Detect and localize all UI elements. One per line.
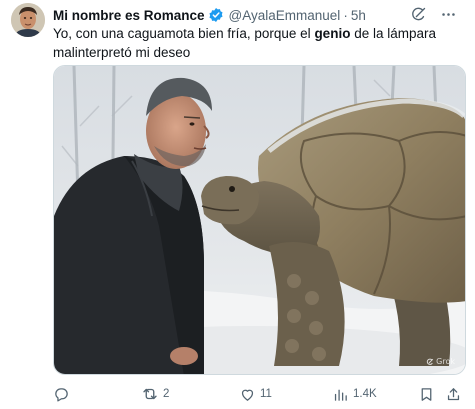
more-icon[interactable] — [439, 5, 457, 23]
tweet[interactable]: Mi nombre es Romance @AyalaEmmanuel · 5h — [0, 0, 475, 409]
bookmark-button[interactable] — [418, 384, 435, 404]
display-name[interactable]: Mi nombre es Romance — [53, 8, 205, 23]
header-actions — [409, 5, 457, 23]
retweet-button[interactable]: 2 — [141, 384, 169, 404]
like-button[interactable]: 11 — [239, 384, 272, 404]
views-icon — [334, 389, 347, 401]
tweet-image[interactable]: Grok — [53, 65, 466, 375]
retweet-count: 2 — [163, 388, 170, 400]
timestamp[interactable]: 5h — [351, 8, 366, 23]
like-count: 11 — [260, 388, 272, 400]
action-bar: 2 11 1.4K — [53, 384, 466, 404]
bookmark-icon — [421, 387, 432, 401]
reply-icon — [55, 387, 68, 402]
views-button[interactable]: 1.4K — [332, 384, 377, 404]
tweet-text: Yo, con una caguamota bien fría, porque … — [53, 24, 458, 62]
grok-watermark: Grok — [426, 357, 455, 366]
verified-badge-icon — [208, 7, 224, 23]
grok-watermark-icon — [427, 358, 434, 365]
share-button[interactable] — [445, 384, 462, 404]
avatar[interactable] — [11, 3, 45, 37]
share-icon — [447, 387, 460, 400]
tweet-text-bold: genio — [314, 26, 351, 41]
retweet-icon — [143, 388, 157, 400]
grok-icon[interactable] — [409, 5, 427, 23]
tweet-header: Mi nombre es Romance @AyalaEmmanuel · 5h — [53, 6, 457, 24]
handle[interactable]: @AyalaEmmanuel — [229, 8, 341, 23]
views-count: 1.4K — [353, 388, 377, 400]
reply-button[interactable] — [53, 384, 74, 404]
separator-dot: · — [343, 7, 348, 23]
grok-watermark-text: Grok — [436, 357, 455, 366]
like-icon — [241, 389, 254, 401]
tweet-text-part: Yo, con una caguamota bien fría, porque … — [53, 26, 315, 41]
